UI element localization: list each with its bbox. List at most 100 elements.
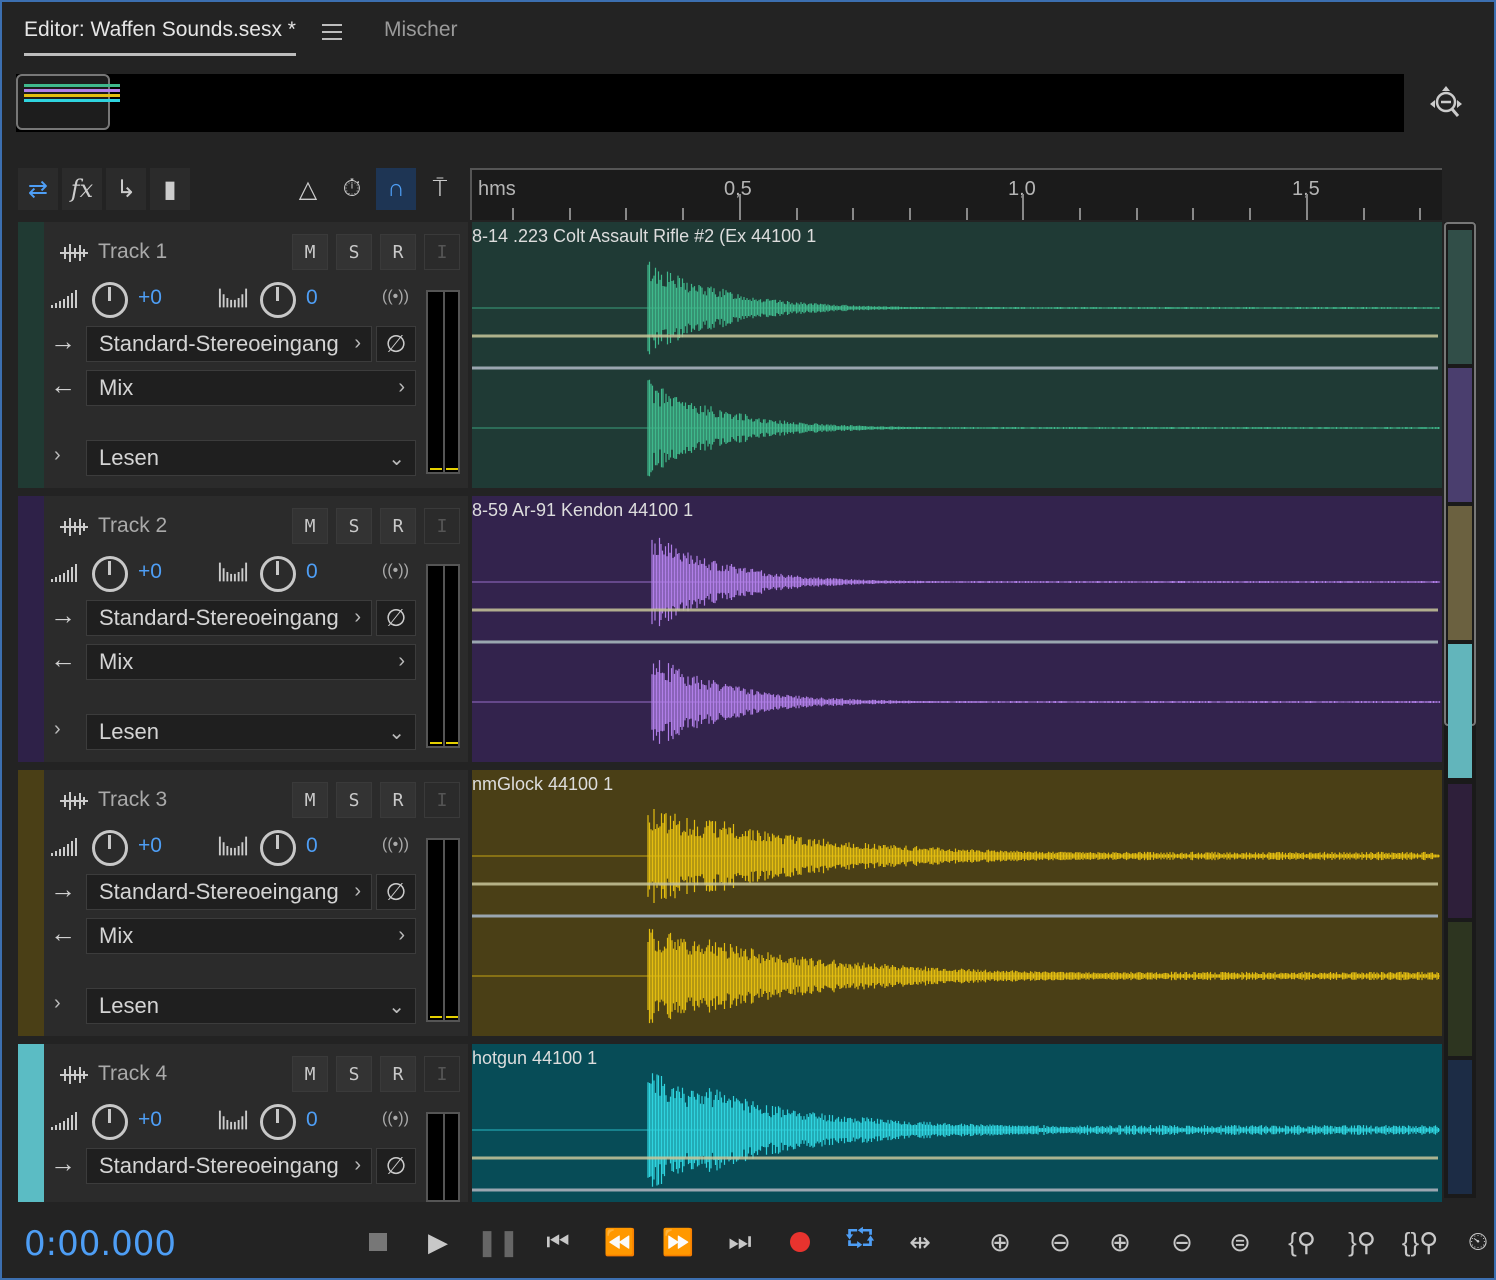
solo-button[interactable]: S	[336, 234, 372, 270]
input-route-select[interactable]: Standard-Stereoeingang ›	[86, 1148, 372, 1184]
solo-button[interactable]: S	[336, 782, 372, 818]
time-stretch-icon[interactable]: ⏱	[332, 168, 372, 210]
track-header[interactable]: Track 4 M S R I +0 0 ((•)) → Standard-St…	[18, 1044, 468, 1202]
input-route-select[interactable]: Standard-Stereoeingang ›	[86, 600, 372, 636]
vertical-track-scrollbar[interactable]	[1444, 222, 1476, 1198]
record-arm-button[interactable]: R	[380, 508, 416, 544]
track-header[interactable]: Track 2 M S R I +0 0 ((•)) → Standard-St…	[18, 496, 468, 762]
phase-invert-icon[interactable]: ∅	[376, 1148, 416, 1184]
zoom-out-amplitude-icon[interactable]: ⊖	[1040, 1222, 1080, 1262]
zoom-selection-icon[interactable]: {}⚲	[1400, 1222, 1440, 1262]
phase-invert-icon[interactable]: ∅	[376, 326, 416, 362]
phase-invert-icon[interactable]: ∅	[376, 874, 416, 910]
record-arm-button[interactable]: R	[380, 1056, 416, 1092]
output-route-select[interactable]: Mix ›	[86, 918, 416, 954]
metronome-icon[interactable]: △	[288, 168, 328, 210]
tab-mixer[interactable]: Mischer	[384, 18, 458, 42]
timer-icon[interactable]: ⏲	[1458, 1222, 1496, 1262]
pan-knob[interactable]	[260, 556, 296, 592]
snap-magnet-icon[interactable]: ∩	[376, 168, 416, 210]
session-overview[interactable]	[16, 74, 1404, 132]
inputs-outputs-icon[interactable]: ⇄	[18, 168, 58, 210]
stereo-broadcast-icon[interactable]: ((•))	[382, 836, 409, 854]
input-route-select[interactable]: Standard-Stereoeingang ›	[86, 874, 372, 910]
expand-chevron-icon[interactable]: ›	[54, 444, 61, 467]
track-clip[interactable]: 8-14 .223 Colt Assault Rifle #2 (Ex 4410…	[472, 222, 1442, 488]
volume-value[interactable]: +0	[138, 286, 162, 310]
solo-button[interactable]: S	[336, 508, 372, 544]
output-route-select[interactable]: Mix ›	[86, 370, 416, 406]
mute-button[interactable]: M	[292, 782, 328, 818]
pan-value[interactable]: 0	[306, 834, 318, 858]
panel-menu-icon[interactable]	[322, 24, 342, 40]
track-clip[interactable]: nmGlock 44100 1	[472, 770, 1442, 1036]
tab-editor[interactable]: Editor: Waffen Sounds.sesx *	[24, 18, 296, 56]
phase-invert-icon[interactable]: ∅	[376, 600, 416, 636]
track-header[interactable]: Track 3 M S R I +0 0 ((•)) → Standard-St…	[18, 770, 468, 1036]
zoom-in-right-icon[interactable]: }⚲	[1342, 1222, 1382, 1262]
record-arm-button[interactable]: R	[380, 234, 416, 270]
volume-value[interactable]: +0	[138, 560, 162, 584]
mute-button[interactable]: M	[292, 234, 328, 270]
timecode-display[interactable]: 0:00.000	[24, 1224, 176, 1264]
track-name[interactable]: Track 3	[98, 788, 167, 812]
volume-value[interactable]: +0	[138, 1108, 162, 1132]
go-to-end-icon[interactable]: ⏭	[720, 1222, 760, 1262]
track-name[interactable]: Track 2	[98, 514, 167, 538]
skip-icon[interactable]: ⇹	[900, 1222, 940, 1262]
sends-icon[interactable]: ↳	[106, 168, 146, 210]
track-header[interactable]: Track 1 M S R I +0 0 ((•)) → Standard-St…	[18, 222, 468, 488]
pause-icon[interactable]: ❚❚	[476, 1222, 520, 1262]
pan-value[interactable]: 0	[306, 560, 318, 584]
pan-value[interactable]: 0	[306, 1108, 318, 1132]
mute-button[interactable]: M	[292, 1056, 328, 1092]
stop-icon[interactable]	[358, 1222, 398, 1262]
expand-chevron-icon[interactable]: ›	[54, 718, 61, 741]
stereo-broadcast-icon[interactable]: ((•))	[382, 1110, 409, 1128]
automation-mode-select[interactable]: Lesen ⌄	[86, 988, 416, 1024]
automation-mode-select[interactable]: Lesen ⌄	[86, 714, 416, 750]
go-to-start-icon[interactable]: ⏮	[538, 1222, 578, 1262]
mute-button[interactable]: M	[292, 508, 328, 544]
record-icon[interactable]	[780, 1222, 820, 1262]
stereo-broadcast-icon[interactable]: ((•))	[382, 562, 409, 580]
zoom-fit-icon[interactable]	[1426, 84, 1466, 124]
record-arm-button[interactable]: R	[380, 782, 416, 818]
input-monitor-button[interactable]: I	[424, 782, 460, 818]
zoom-out-time-icon[interactable]: ⊖	[1162, 1222, 1202, 1262]
pan-knob[interactable]	[260, 282, 296, 318]
zoom-full-icon[interactable]: ⊜	[1220, 1222, 1260, 1262]
input-monitor-button[interactable]: I	[424, 234, 460, 270]
volume-value[interactable]: +0	[138, 834, 162, 858]
zoom-in-amplitude-icon[interactable]: ⊕	[980, 1222, 1020, 1262]
eq-icon[interactable]: ▮	[150, 168, 190, 210]
input-route-select[interactable]: Standard-Stereoeingang ›	[86, 326, 372, 362]
track-name[interactable]: Track 1	[98, 240, 167, 264]
play-icon[interactable]: ▶	[418, 1222, 458, 1262]
fast-forward-icon[interactable]: ⏩	[658, 1222, 698, 1262]
pan-knob[interactable]	[260, 1104, 296, 1140]
pan-knob[interactable]	[260, 830, 296, 866]
expand-chevron-icon[interactable]: ›	[54, 992, 61, 1015]
track-clip[interactable]: hotgun 44100 1	[472, 1044, 1442, 1202]
zoom-in-left-icon[interactable]: {⚲	[1282, 1222, 1322, 1262]
stereo-broadcast-icon[interactable]: ((•))	[382, 288, 409, 306]
pan-value[interactable]: 0	[306, 286, 318, 310]
track-name[interactable]: Track 4	[98, 1062, 167, 1086]
input-monitor-button[interactable]: I	[424, 1056, 460, 1092]
time-ruler[interactable]: hms 0,5 1,0 1,5	[470, 168, 1442, 220]
rewind-icon[interactable]: ⏪	[600, 1222, 640, 1262]
zoom-in-time-icon[interactable]: ⊕	[1100, 1222, 1140, 1262]
automation-mode-select[interactable]: Lesen ⌄	[86, 440, 416, 476]
volume-knob[interactable]	[92, 1104, 128, 1140]
volume-knob[interactable]	[92, 830, 128, 866]
loop-icon[interactable]: ⮔	[840, 1222, 880, 1262]
marker-pin-icon[interactable]: ⍑	[420, 168, 460, 210]
volume-knob[interactable]	[92, 556, 128, 592]
volume-knob[interactable]	[92, 282, 128, 318]
output-route-select[interactable]: Mix ›	[86, 644, 416, 680]
effects-rack-icon[interactable]: fx	[62, 168, 102, 210]
solo-button[interactable]: S	[336, 1056, 372, 1092]
track-clip[interactable]: 8-59 Ar-91 Kendon 44100 1	[472, 496, 1442, 762]
input-monitor-button[interactable]: I	[424, 508, 460, 544]
